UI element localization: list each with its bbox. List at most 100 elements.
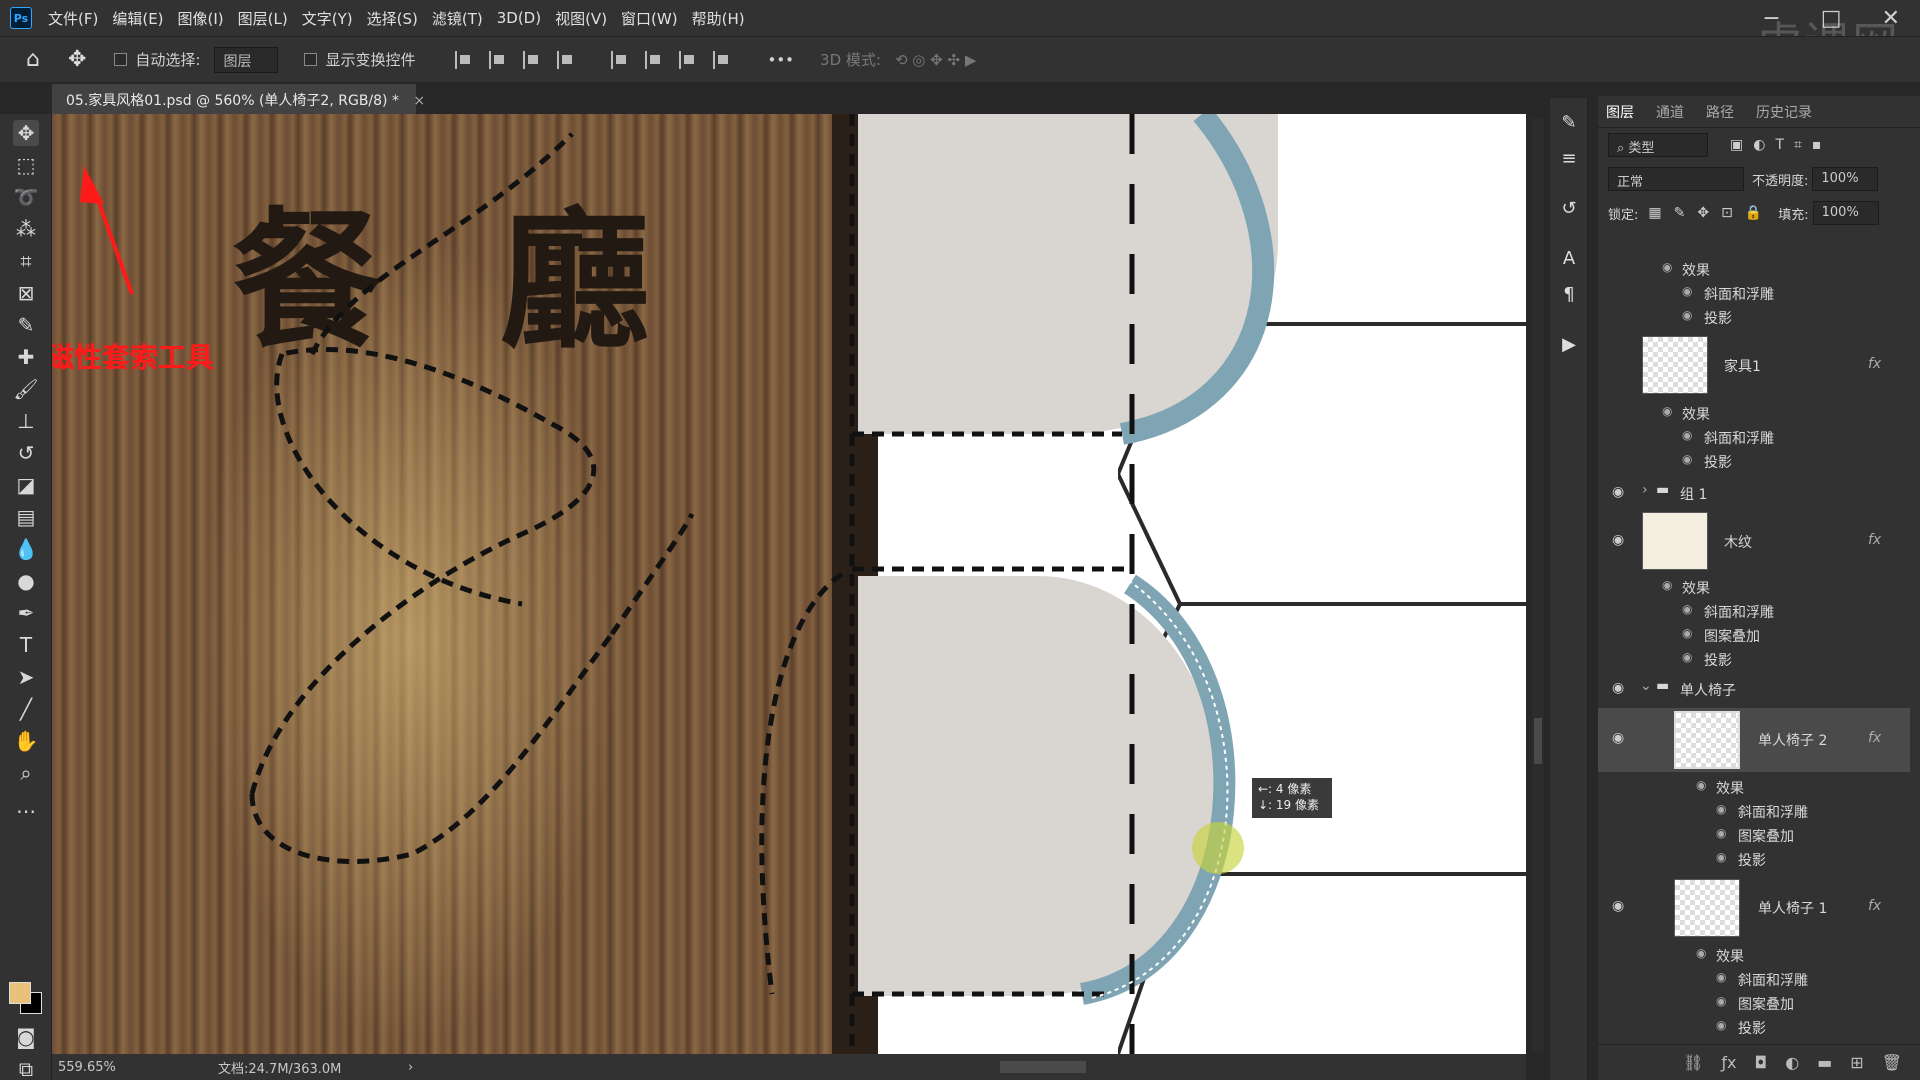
distribute-vertical-icon[interactable]	[713, 50, 731, 69]
effect-eye-icon[interactable]: ◉	[1716, 802, 1726, 816]
add-style-icon[interactable]: ƒx	[1721, 1053, 1736, 1072]
layer-row-chair-group[interactable]: ◉ ⌄ ▬ 单人椅子	[1598, 676, 1910, 702]
effect-bevel[interactable]: 斜面和浮雕	[1704, 284, 1774, 304]
effect-shadow[interactable]: 投影	[1738, 850, 1766, 870]
minimize-icon[interactable]: −	[1762, 6, 1780, 31]
align-bottom-icon[interactable]	[679, 50, 697, 69]
fx-icon[interactable]: fx	[1868, 356, 1881, 372]
effect-eye-icon[interactable]: ◉	[1716, 826, 1726, 840]
align-center-icon[interactable]	[489, 50, 507, 69]
align-left-icon[interactable]	[455, 50, 473, 69]
path-selection-icon[interactable]: ➤	[13, 664, 39, 690]
menu-image[interactable]: 图像(I)	[178, 8, 224, 29]
effect-eye-icon[interactable]: ◉	[1716, 1018, 1726, 1032]
fx-icon[interactable]: fx	[1868, 898, 1881, 914]
document-canvas[interactable]: 餐 廳 磁性套索工具 ←: 4 像素 ↓: 19 像素	[52, 114, 1526, 1054]
move-tool-icon[interactable]: ✥	[68, 47, 86, 72]
close-icon[interactable]: ✕	[1882, 6, 1900, 31]
align-top-icon[interactable]	[611, 50, 629, 69]
menu-file[interactable]: 文件(F)	[48, 8, 98, 29]
add-mask-icon[interactable]: ◘	[1755, 1053, 1768, 1072]
photoshop-logo[interactable]: Ps	[10, 7, 32, 29]
tab-close-icon[interactable]: ×	[413, 93, 425, 109]
vertical-scroll-thumb[interactable]	[1534, 718, 1542, 764]
more-tools-icon[interactable]: ⋯	[13, 798, 39, 824]
layer-row-group1[interactable]: ◉ › ▬ 组 1	[1598, 480, 1910, 506]
show-transform-checkbox[interactable]	[304, 53, 318, 66]
layer-row-chair2[interactable]: ◉ 单人椅子 2 fx	[1598, 708, 1910, 772]
home-icon[interactable]: ⌂	[26, 47, 40, 72]
effect-eye-icon[interactable]: ◉	[1662, 578, 1672, 592]
adjustments-icon[interactable]: ≡	[1558, 148, 1580, 170]
visibility-eye-icon[interactable]: ◉	[1612, 898, 1624, 914]
lock-icons[interactable]: ▦✎✥⊡🔒	[1648, 205, 1774, 221]
zoom-level[interactable]: 559.65%	[58, 1060, 162, 1075]
screen-mode-icon[interactable]: ⧉	[13, 1056, 39, 1080]
visibility-eye-icon[interactable]: ◉	[1612, 532, 1624, 548]
filter-kind-dropdown[interactable]: ⌕ 类型	[1608, 133, 1708, 157]
effect-bevel[interactable]: 斜面和浮雕	[1738, 802, 1808, 822]
effect-bevel[interactable]: 斜面和浮雕	[1704, 428, 1774, 448]
expand-arrow-icon[interactable]: ›	[1642, 482, 1648, 498]
effect-eye-icon[interactable]: ◉	[1696, 946, 1706, 960]
menu-edit[interactable]: 编辑(E)	[112, 8, 163, 29]
delete-layer-icon[interactable]: 🗑	[1882, 1053, 1902, 1072]
pen-tool-icon[interactable]: ✒	[13, 600, 39, 626]
frame-tool-icon[interactable]: ⊠	[13, 280, 39, 306]
new-group-icon[interactable]: ▬	[1817, 1053, 1832, 1072]
effect-shadow[interactable]: 投影	[1704, 452, 1732, 472]
status-arrow-icon[interactable]: ›	[408, 1060, 413, 1075]
actions-play-icon[interactable]: ▶	[1558, 334, 1580, 356]
fx-icon[interactable]: fx	[1868, 532, 1881, 548]
dodge-tool-icon[interactable]: ●	[13, 568, 39, 594]
tab-layers[interactable]: 图层	[1606, 102, 1634, 122]
document-tab[interactable]: 05.家具风格01.psd @ 560% (单人椅子2, RGB/8) * ×	[52, 84, 425, 114]
effect-eye-icon[interactable]: ◉	[1716, 994, 1726, 1008]
effect-pattern[interactable]: 图案叠加	[1738, 826, 1794, 846]
blend-mode-dropdown[interactable]: 正常	[1608, 167, 1744, 191]
menu-filter[interactable]: 滤镜(T)	[432, 8, 483, 29]
effect-bevel[interactable]: 斜面和浮雕	[1704, 602, 1774, 622]
effect-shadow[interactable]: 投影	[1738, 1018, 1766, 1038]
auto-select-checkbox[interactable]	[114, 53, 128, 66]
effect-eye-icon[interactable]: ◉	[1716, 970, 1726, 984]
marquee-tool-icon[interactable]: ⬚	[13, 152, 39, 178]
blur-tool-icon[interactable]: 💧	[13, 536, 39, 562]
effect-eye-icon[interactable]: ◉	[1682, 650, 1692, 664]
link-layers-icon[interactable]: ⛓	[1683, 1053, 1703, 1072]
menu-help[interactable]: 帮助(H)	[692, 8, 745, 29]
more-options-icon[interactable]: •••	[767, 51, 794, 69]
healing-brush-icon[interactable]: ✚	[13, 344, 39, 370]
collapse-arrow-icon[interactable]: ⌄	[1640, 678, 1652, 694]
distribute-icon[interactable]	[557, 50, 575, 69]
layer-row-furniture1[interactable]: 家具1 fx	[1598, 336, 1910, 396]
effect-shadow[interactable]: 投影	[1704, 308, 1732, 328]
menu-view[interactable]: 视图(V)	[555, 8, 607, 29]
effect-eye-icon[interactable]: ◉	[1682, 284, 1692, 298]
visibility-eye-icon[interactable]: ◉	[1612, 680, 1624, 696]
tab-history[interactable]: 历史记录	[1756, 102, 1812, 122]
effect-eye-icon[interactable]: ◉	[1716, 850, 1726, 864]
effect-bevel[interactable]: 斜面和浮雕	[1738, 970, 1808, 990]
brush-tool-icon[interactable]: 🖌	[13, 376, 39, 402]
zoom-tool-icon[interactable]: ⌕	[13, 760, 39, 786]
effect-eye-icon[interactable]: ◉	[1662, 260, 1672, 274]
horizontal-scroll-thumb[interactable]	[1000, 1061, 1086, 1073]
effect-eye-icon[interactable]: ◉	[1682, 602, 1692, 616]
visibility-eye-icon[interactable]: ◉	[1612, 484, 1624, 500]
visibility-eye-icon[interactable]: ◉	[1612, 730, 1624, 746]
eraser-icon[interactable]: ◪	[13, 472, 39, 498]
character-icon[interactable]: A	[1558, 248, 1580, 270]
hand-tool-icon[interactable]: ✋	[13, 728, 39, 754]
effect-eye-icon[interactable]: ◉	[1682, 452, 1692, 466]
crop-tool-icon[interactable]: ⌗	[13, 248, 39, 274]
move-tool-icon[interactable]: ✥	[13, 120, 39, 146]
tab-channels[interactable]: 通道	[1656, 102, 1684, 122]
layer-row-wood[interactable]: ◉ 木纹 fx	[1598, 512, 1910, 572]
layer-row-chair1[interactable]: ◉ 单人椅子 1 fx	[1598, 876, 1910, 940]
quick-mask-icon[interactable]: ◙	[13, 1024, 39, 1050]
align-middle-icon[interactable]	[645, 50, 663, 69]
paragraph-icon[interactable]: ¶	[1558, 284, 1580, 306]
opacity-input[interactable]: 100%	[1812, 167, 1879, 191]
effect-eye-icon[interactable]: ◉	[1696, 778, 1706, 792]
